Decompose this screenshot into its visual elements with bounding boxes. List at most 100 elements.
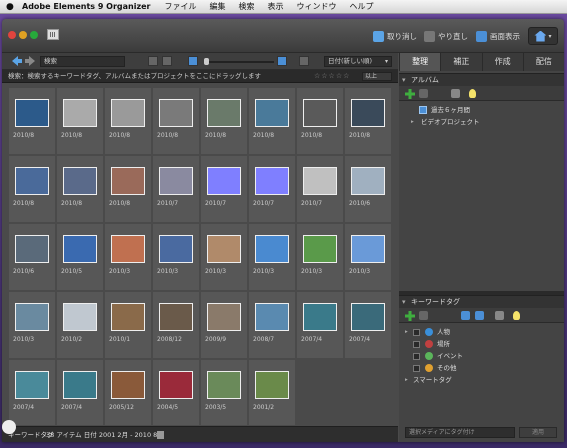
- photo-thumbnail[interactable]: [159, 235, 193, 263]
- minimize-window-button[interactable]: [19, 31, 27, 39]
- photo-thumbnail[interactable]: [351, 167, 385, 195]
- lightbulb-icon[interactable]: [513, 311, 520, 320]
- menu-file[interactable]: ファイル: [165, 1, 197, 12]
- media-thumbnail-cell[interactable]: 2010/7: [152, 155, 200, 223]
- photo-thumbnail[interactable]: [207, 235, 241, 263]
- media-thumbnail-cell[interactable]: 2010/2: [56, 291, 104, 359]
- media-thumbnail-cell[interactable]: 2010/3: [200, 223, 248, 291]
- rating-filter-dropdown[interactable]: 以上: [362, 72, 392, 81]
- album-item-last-6-months[interactable]: 過去６ヶ月間: [399, 105, 564, 116]
- media-thumbnail-cell[interactable]: 2010/6: [344, 155, 392, 223]
- photo-thumbnail[interactable]: [111, 99, 145, 127]
- media-thumbnail-cell[interactable]: 2010/7: [296, 155, 344, 223]
- tab-fix[interactable]: 補正: [440, 53, 481, 71]
- photo-thumbnail[interactable]: [255, 167, 289, 195]
- photo-thumbnail[interactable]: [255, 235, 289, 263]
- screen-display-button[interactable]: 画面表示: [476, 29, 520, 43]
- media-thumbnail-cell[interactable]: 2008/7: [248, 291, 296, 359]
- apply-button[interactable]: 適用: [519, 427, 557, 438]
- expand-arrow-icon[interactable]: ▸: [405, 375, 408, 386]
- view-icon[interactable]: [495, 311, 504, 320]
- media-thumbnail-cell[interactable]: 2007/4: [344, 291, 392, 359]
- photo-thumbnail[interactable]: [255, 99, 289, 127]
- photo-thumbnail[interactable]: [63, 235, 97, 263]
- media-thumbnail-cell[interactable]: 2003/5: [200, 359, 248, 425]
- album-item-video-project[interactable]: ▸ ビデオプロジェクト: [399, 117, 564, 128]
- photo-thumbnail[interactable]: [303, 235, 337, 263]
- media-thumbnail-cell[interactable]: 2010/8: [344, 87, 392, 155]
- photo-thumbnail[interactable]: [111, 235, 145, 263]
- stack-icon[interactable]: [148, 56, 158, 66]
- photo-thumbnail[interactable]: [15, 371, 49, 399]
- media-thumbnail-cell[interactable]: 2010/8: [56, 155, 104, 223]
- add-keyword-icon[interactable]: [405, 311, 415, 321]
- keyword-checkbox[interactable]: [413, 341, 420, 348]
- zoom-window-button[interactable]: [30, 31, 38, 39]
- small-thumbnail-icon[interactable]: [188, 56, 198, 66]
- photo-thumbnail[interactable]: [207, 167, 241, 195]
- photo-thumbnail[interactable]: [351, 235, 385, 263]
- photo-thumbnail[interactable]: [255, 303, 289, 331]
- remove-keyword-icon[interactable]: [419, 311, 428, 320]
- photo-thumbnail[interactable]: [159, 99, 193, 127]
- media-thumbnail-cell[interactable]: 2010/3: [344, 223, 392, 291]
- media-thumbnail-cell[interactable]: 2007/4: [56, 359, 104, 425]
- media-thumbnail-cell[interactable]: 2010/8: [152, 87, 200, 155]
- photo-thumbnail[interactable]: [351, 303, 385, 331]
- expand-arrow-icon[interactable]: ▸: [411, 117, 414, 128]
- photo-thumbnail[interactable]: [159, 371, 193, 399]
- lightbulb-icon[interactable]: [469, 89, 476, 98]
- photo-thumbnail[interactable]: [111, 371, 145, 399]
- sort-order-dropdown[interactable]: 日付(新しい順) ▾: [324, 56, 392, 67]
- media-thumbnail-cell[interactable]: 2010/3: [296, 223, 344, 291]
- rating-stars[interactable]: ☆☆☆☆☆: [314, 70, 350, 83]
- albums-panel-header[interactable]: アルバム: [399, 73, 564, 87]
- keyword-checkbox[interactable]: [413, 365, 420, 372]
- tab-share[interactable]: 配信: [522, 53, 564, 71]
- large-thumbnail-icon[interactable]: [277, 56, 287, 66]
- photo-thumbnail[interactable]: [207, 99, 241, 127]
- keyword-other[interactable]: その他: [399, 363, 564, 374]
- details-icon[interactable]: [162, 56, 172, 66]
- photo-thumbnail[interactable]: [255, 371, 289, 399]
- forward-arrow-icon[interactable]: [25, 56, 35, 66]
- keyword-checkbox[interactable]: [413, 329, 420, 336]
- trash-icon[interactable]: [157, 431, 164, 439]
- undo-button[interactable]: 取り消し: [373, 29, 417, 43]
- menu-window[interactable]: ウィンドウ: [297, 1, 337, 12]
- keyword-person[interactable]: ▸ 人物: [399, 327, 564, 338]
- photo-thumbnail[interactable]: [303, 167, 337, 195]
- slider-knob[interactable]: [204, 58, 209, 65]
- keyword-place[interactable]: 場所: [399, 339, 564, 350]
- photo-thumbnail[interactable]: [159, 303, 193, 331]
- media-thumbnail-cell[interactable]: 2010/7: [248, 155, 296, 223]
- media-thumbnail-cell[interactable]: 2010/8: [104, 155, 152, 223]
- close-window-button[interactable]: [8, 31, 16, 39]
- settings-icon[interactable]: [475, 311, 484, 320]
- menu-help[interactable]: ヘルプ: [350, 1, 374, 12]
- media-thumbnail-cell[interactable]: 2010/3: [104, 223, 152, 291]
- app-name-menu[interactable]: Adobe Elements 9 Organizer: [22, 2, 151, 11]
- photo-thumbnail[interactable]: [63, 371, 97, 399]
- media-thumbnail-cell[interactable]: 2007/4: [296, 291, 344, 359]
- import-tags-icon[interactable]: [461, 311, 470, 320]
- edit-album-icon[interactable]: [451, 89, 460, 98]
- photo-thumbnail[interactable]: [15, 303, 49, 331]
- media-thumbnail-cell[interactable]: 2010/8: [56, 87, 104, 155]
- media-thumbnail-cell[interactable]: 2010/8: [296, 87, 344, 155]
- menu-edit[interactable]: 編集: [210, 1, 226, 12]
- media-thumbnail-cell[interactable]: 2009/9: [200, 291, 248, 359]
- photo-thumbnail[interactable]: [111, 303, 145, 331]
- photo-thumbnail[interactable]: [207, 371, 241, 399]
- smart-tag-item[interactable]: ▸ スマートタグ: [399, 375, 564, 386]
- tab-create[interactable]: 作成: [481, 53, 523, 71]
- photo-thumbnail[interactable]: [15, 235, 49, 263]
- remove-album-icon[interactable]: [419, 89, 428, 98]
- search-field[interactable]: 検索: [40, 56, 125, 67]
- redo-button[interactable]: やり直し: [424, 29, 468, 43]
- media-thumbnail-cell[interactable]: 2005/12: [104, 359, 152, 425]
- keyword-tags-panel-header[interactable]: キーワードタグ: [399, 295, 564, 309]
- apple-menu-icon[interactable]: ●: [6, 2, 16, 12]
- photo-thumbnail[interactable]: [207, 303, 241, 331]
- media-thumbnail-cell[interactable]: 2010/8: [8, 87, 56, 155]
